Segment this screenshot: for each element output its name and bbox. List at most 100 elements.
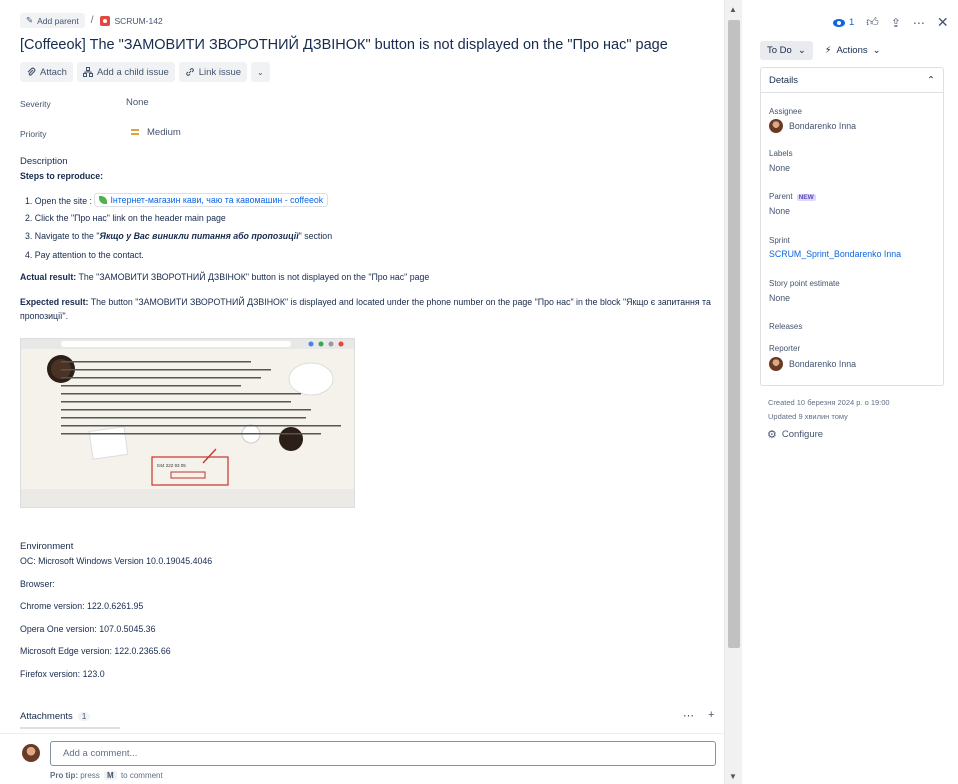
pro-tip-press: press <box>80 771 100 780</box>
issue-main-panel: ✎ Add parent / SCRUM-142 [Coffeeok] The … <box>0 0 723 784</box>
link-icon <box>185 68 194 76</box>
env-edge: Microsoft Edge version: 122.0.2365.66 <box>20 646 171 656</box>
parent-label-text: Parent <box>769 192 793 201</box>
close-icon[interactable]: ✕ <box>937 14 949 31</box>
scroll-down-icon[interactable]: ▼ <box>729 772 737 781</box>
expected-result-label: Expected result: <box>20 297 89 307</box>
expected-result-text: The button "ЗАМОВИТИ ЗВОРОТНИЙ ДЗВІНОК" … <box>20 297 711 321</box>
issue-top-actions: 1 👍︎ ⇪ ⋯ ✕ <box>833 14 949 31</box>
labels-label: Labels <box>769 149 793 158</box>
configure-button[interactable]: ⚙︎ Configure <box>767 428 823 441</box>
attach-button[interactable]: Attach <box>20 62 73 82</box>
issue-key-link[interactable]: SCRUM-142 <box>99 15 163 26</box>
issue-title[interactable]: [Coffeeok] The "ЗАМОВИТИ ЗВОРОТНИЙ ДЗВІН… <box>20 37 668 53</box>
pencil-icon: ✎ <box>26 15 34 25</box>
breadcrumb: ✎ Add parent / SCRUM-142 <box>20 13 163 28</box>
assignee-value[interactable]: Bondarenko Inna <box>769 119 856 133</box>
paperclip-icon <box>27 67 36 76</box>
chevron-down-icon: ⌄ <box>257 67 264 77</box>
avatar <box>769 357 783 371</box>
env-browser: Browser: <box>20 579 55 589</box>
labels-value[interactable]: None <box>769 163 790 173</box>
new-badge: NEW <box>796 194 816 201</box>
pro-tip: Pro tip: press M to comment <box>50 771 163 780</box>
steps-heading: Steps to reproduce: <box>20 171 720 181</box>
step-3-suffix: " section <box>298 231 333 241</box>
step-4: 4. Pay attention to the contact. <box>25 250 144 260</box>
sprint-label: Sprint <box>769 236 790 245</box>
story-points-label: Story point estimate <box>769 279 840 288</box>
comment-bar: Add a comment... Pro tip: press M to com… <box>0 733 723 784</box>
actions-button[interactable]: ⚡︎ Actions ⌄ <box>821 45 885 56</box>
share-icon[interactable]: ⇪ <box>891 16 901 30</box>
severity-label: Severity <box>20 99 51 109</box>
attachments-header: Attachments 1 <box>20 711 91 722</box>
link-issue-button[interactable]: Link issue <box>178 62 248 82</box>
screenshot-image: 044 222 93 05 <box>21 339 354 507</box>
releases-label: Releases <box>769 322 803 331</box>
screenshot-phone-text: 044 222 93 05 <box>157 463 186 468</box>
eye-icon <box>833 18 845 27</box>
reporter-value[interactable]: Bondarenko Inna <box>769 357 856 371</box>
site-favicon-icon <box>99 196 108 204</box>
pro-tip-suffix: to comment <box>120 771 163 780</box>
steps-heading-text: Steps to reproduce: <box>20 171 104 181</box>
link-issue-label: Link issue <box>198 66 242 78</box>
add-child-label: Add a child issue <box>96 66 169 78</box>
env-opera: Opera One version: 107.0.5045.36 <box>20 624 156 634</box>
status-row: To Do ⌄ ⚡︎ Actions ⌄ <box>760 41 885 60</box>
scroll-up-icon[interactable]: ▲ <box>729 5 737 14</box>
assignee-name: Bondarenko Inna <box>789 121 857 131</box>
sprint-value[interactable]: SCRUM_Sprint_Bondarenko Inna <box>769 249 901 259</box>
more-icon[interactable]: ⋯ <box>913 16 925 30</box>
chevron-up-icon: ⌃ <box>927 74 935 86</box>
gear-icon: ⚙︎ <box>767 429 777 441</box>
add-attachment-icon[interactable]: + <box>708 709 714 722</box>
priority-value-label: Medium <box>147 127 181 138</box>
watch-button[interactable]: 1 <box>833 17 854 28</box>
more-toolbar-button[interactable]: ⌄ <box>251 62 270 82</box>
severity-value[interactable]: None <box>126 97 149 108</box>
step-1-text: 1. Open the site : <box>25 196 95 206</box>
step-3: 3. Navigate to the "Якщо у Вас виникли п… <box>25 231 723 241</box>
env-chrome: Chrome version: 122.0.6261.95 <box>20 601 144 611</box>
details-title: Details <box>769 74 799 86</box>
bug-icon <box>99 15 110 26</box>
avatar <box>22 744 40 762</box>
actual-result-text: The "ЗАМОВИТИ ЗВОРОТНИЙ ДЗВІНОК" button … <box>76 272 430 282</box>
add-parent-label: Add parent <box>37 15 79 26</box>
main-scrollbar[interactable]: ▲ ▼ <box>724 0 742 784</box>
add-parent-button[interactable]: ✎ Add parent <box>20 13 85 28</box>
env-firefox: Firefox version: 123.0 <box>20 669 105 679</box>
description-label: Description <box>20 156 68 167</box>
comment-input[interactable]: Add a comment... <box>50 741 716 766</box>
hierarchy-icon <box>82 67 93 77</box>
parent-value[interactable]: None <box>769 206 790 216</box>
chevron-down-icon: ⌄ <box>872 45 881 56</box>
attach-label: Attach <box>40 66 67 78</box>
site-link[interactable]: Інтернет-магазин кави, чаю та кавомашин … <box>94 193 329 207</box>
reporter-label: Reporter <box>769 344 801 353</box>
site-link-text: Інтернет-магазин кави, чаю та кавомашин … <box>110 195 324 205</box>
more-icon[interactable]: ⋯ <box>683 709 694 722</box>
pro-tip-label: Pro tip: <box>50 771 78 780</box>
actions-label: Actions <box>836 45 868 56</box>
story-points-value[interactable]: None <box>769 293 790 303</box>
attachments-actions: ⋯ + <box>683 709 714 722</box>
add-child-issue-button[interactable]: Add a child issue <box>76 62 175 82</box>
issue-sidebar: 1 👍︎ ⇪ ⋯ ✕ To Do ⌄ ⚡︎ Actions ⌄ Details … <box>743 0 958 784</box>
details-header[interactable]: Details ⌃ <box>761 68 943 93</box>
assignee-label: Assignee <box>769 107 802 116</box>
breadcrumb-separator: / <box>90 15 94 26</box>
priority-value[interactable]: Medium <box>131 127 181 138</box>
status-dropdown[interactable]: To Do ⌄ <box>760 41 813 60</box>
env-os: ОС: Microsoft Windows Version 10.0.19045… <box>20 556 213 566</box>
issue-toolbar: Attach Add a child issue Link issue ⌄ <box>20 62 270 82</box>
watch-count: 1 <box>849 17 855 28</box>
attachments-divider <box>20 727 120 729</box>
thumbs-up-icon[interactable]: 👍︎ <box>866 15 879 30</box>
scroll-thumb[interactable] <box>728 20 740 648</box>
step-1: 1. Open the site : Інтернет-магазин кави… <box>25 193 723 207</box>
attached-screenshot-thumbnail[interactable]: 044 222 93 05 <box>20 338 355 508</box>
attachments-label: Attachments <box>20 711 73 722</box>
